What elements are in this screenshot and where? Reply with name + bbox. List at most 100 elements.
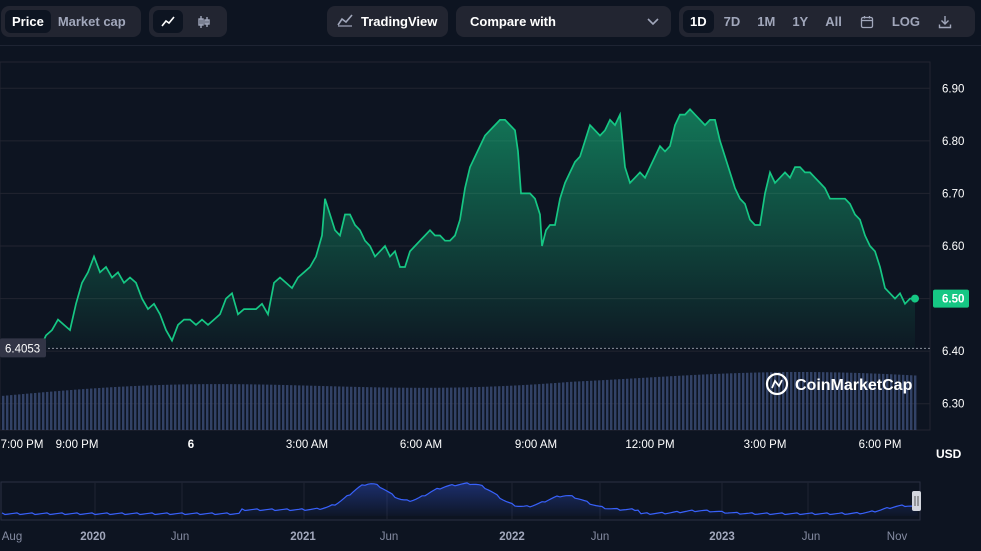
volume-bar <box>50 391 53 430</box>
volume-bar <box>554 383 557 430</box>
volume-bar <box>666 376 669 430</box>
volume-bar <box>398 387 401 430</box>
volume-bar <box>418 387 421 430</box>
volume-bar <box>638 378 641 430</box>
volume-bar <box>150 385 153 430</box>
volume-bar <box>446 387 449 430</box>
volume-bar <box>318 385 321 430</box>
volume-bar <box>714 373 717 430</box>
volume-bar <box>346 386 349 430</box>
volume-bar <box>510 385 513 430</box>
currency-label: USD <box>936 447 962 461</box>
volume-bar <box>282 384 285 430</box>
volume-bar <box>94 388 97 430</box>
volume-bar <box>170 384 173 430</box>
volume-bar <box>34 392 37 430</box>
volume-bar <box>494 386 497 430</box>
volume-bar <box>366 387 369 430</box>
volume-bar <box>310 385 313 430</box>
volume-bar <box>210 384 213 430</box>
volume-bar <box>250 384 253 430</box>
volume-bar <box>374 387 377 430</box>
volume-bar <box>322 386 325 430</box>
volume-bar <box>182 384 185 430</box>
y-tick-label: 6.60 <box>942 241 964 253</box>
volume-bar <box>734 373 737 430</box>
volume-bar <box>526 384 529 430</box>
x-tick-label: 12:00 PM <box>625 439 674 451</box>
volume-bar <box>154 385 157 430</box>
volume-bar <box>434 387 437 430</box>
volume-bar <box>46 391 49 430</box>
reference-price-label: 6.4053 <box>5 343 40 355</box>
volume-bar <box>218 384 221 430</box>
volume-bar <box>550 383 553 430</box>
volume-bar <box>106 387 109 430</box>
volume-bar <box>270 384 273 430</box>
x-tick-label: 9:00 AM <box>515 439 557 451</box>
volume-bar <box>338 386 341 430</box>
volume-bar <box>118 386 121 430</box>
volume-bar <box>746 372 749 430</box>
volume-bar <box>18 394 21 430</box>
navigator-tick-label: 2020 <box>80 531 106 543</box>
volume-bar <box>202 384 205 430</box>
volume-bar <box>626 378 629 430</box>
volume-bar <box>290 385 293 430</box>
volume-bar <box>342 386 345 430</box>
volume-bar <box>286 385 289 430</box>
volume-bar <box>586 380 589 430</box>
volume-bar <box>630 378 633 430</box>
volume-bar <box>498 386 501 430</box>
volume-bar <box>54 391 57 430</box>
volume-bar <box>242 384 245 430</box>
volume-bar <box>466 387 469 430</box>
volume-bar <box>558 382 561 430</box>
y-tick-label: 6.70 <box>942 188 964 200</box>
navigator-tick-label: Jun <box>380 531 399 543</box>
volume-bar <box>306 385 309 430</box>
volume-bar <box>598 380 601 430</box>
volume-bar <box>770 372 773 430</box>
volume-bar <box>462 387 465 430</box>
x-tick-label: 9:00 PM <box>56 439 99 451</box>
volume-bar <box>706 374 709 430</box>
volume-bar <box>138 385 141 430</box>
volume-bar <box>642 377 645 430</box>
volume-bar <box>674 375 677 430</box>
navigator-tick-label: Aug <box>2 531 22 543</box>
volume-bar <box>38 392 41 430</box>
volume-bar <box>710 374 713 430</box>
volume-bar <box>294 385 297 430</box>
volume-bar <box>22 394 25 430</box>
volume-bar <box>570 381 573 430</box>
navigator-handle[interactable] <box>912 491 921 511</box>
volume-bar <box>546 383 549 430</box>
volume-bar <box>74 389 77 430</box>
volume-bar <box>610 379 613 430</box>
volume-bar <box>82 389 85 430</box>
volume-bar <box>410 387 413 430</box>
volume-bar <box>694 374 697 430</box>
volume-bar <box>406 387 409 430</box>
volume-bar <box>146 385 149 430</box>
volume-bar <box>402 387 405 430</box>
volume-bar <box>274 384 277 430</box>
volume-bar <box>206 384 209 430</box>
y-tick-label: 6.50 <box>942 294 964 306</box>
navigator[interactable] <box>0 481 921 521</box>
volume-bar <box>478 386 481 430</box>
volume-bar <box>438 387 441 430</box>
volume-bar <box>442 387 445 430</box>
volume-bar <box>518 385 521 430</box>
volume-bar <box>126 386 129 430</box>
volume-bar <box>754 372 757 430</box>
volume-bar <box>790 372 793 430</box>
volume-bar <box>738 373 741 430</box>
volume-bar <box>614 379 617 430</box>
volume-bar <box>686 375 689 430</box>
volume-bar <box>122 386 125 430</box>
price-chart[interactable]: CoinMarketCap 6.40536.50 6.306.406.506.6… <box>0 0 981 551</box>
volume-bar <box>234 384 237 430</box>
volume-bar <box>102 387 105 430</box>
